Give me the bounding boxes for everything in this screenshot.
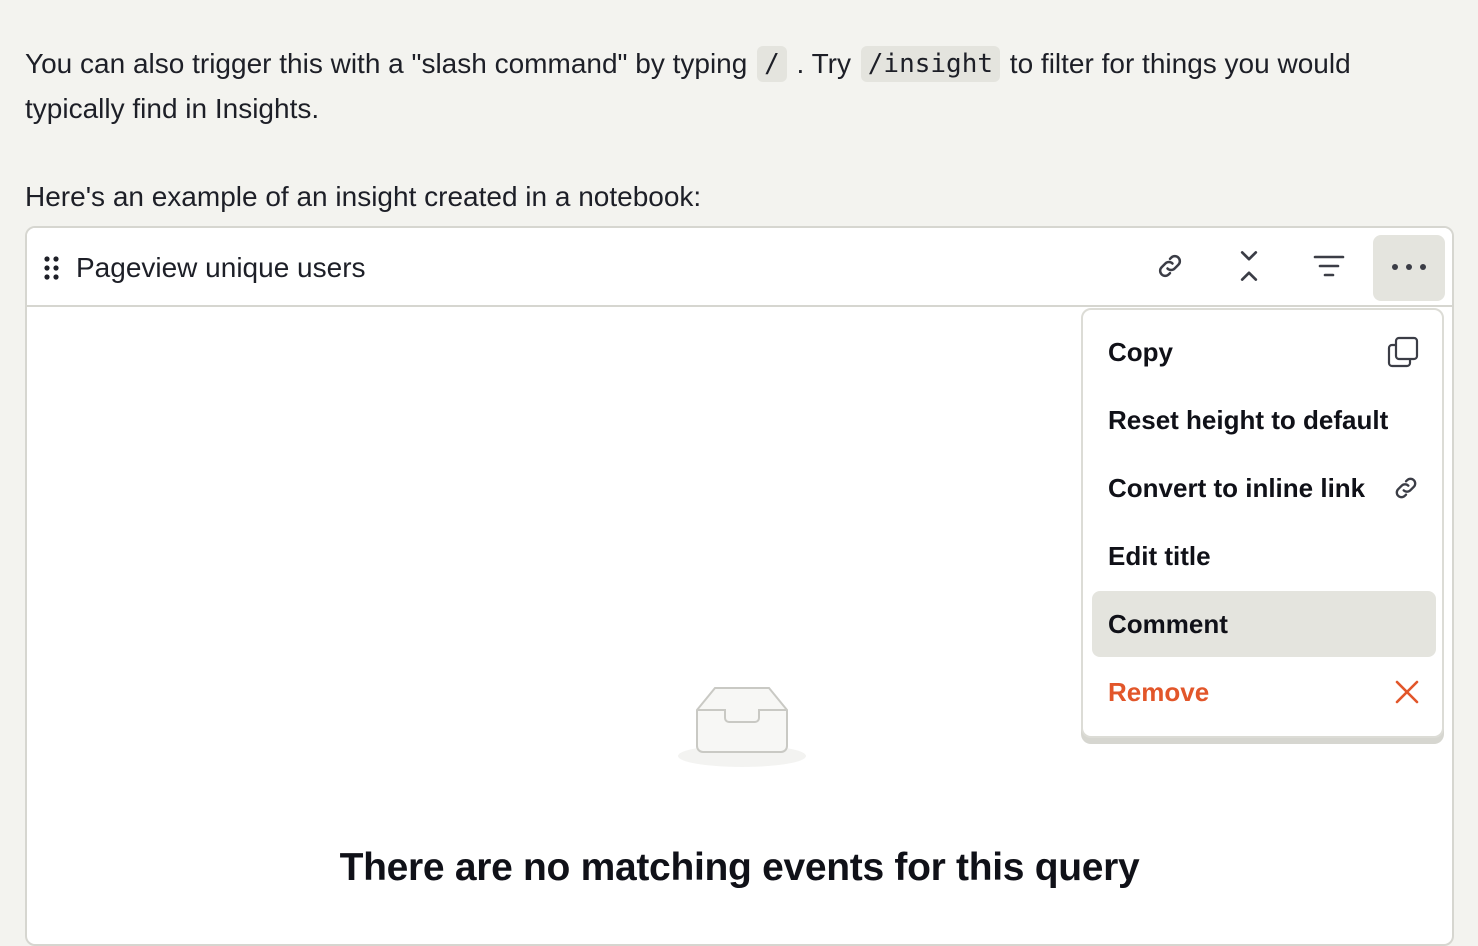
- menu-item-remove[interactable]: Remove: [1092, 659, 1436, 725]
- more-options-menu: Copy Reset height to default Convert to …: [1081, 308, 1444, 738]
- empty-inbox-icon: [675, 680, 809, 770]
- drag-handle-icon[interactable]: [43, 255, 61, 281]
- link-icon: [1155, 251, 1185, 286]
- collapse-icon: [1235, 249, 1263, 288]
- inline-code-slash: /: [757, 46, 787, 82]
- menu-item-comment[interactable]: Comment: [1092, 591, 1436, 657]
- menu-item-label: Remove: [1108, 676, 1210, 707]
- menu-item-label: Convert to inline link: [1108, 472, 1366, 503]
- close-icon: [1394, 679, 1420, 705]
- copy-link-button[interactable]: [1134, 235, 1206, 301]
- text-try: . Try: [796, 48, 851, 79]
- text-slash-intro: You can also trigger this with a "slash …: [25, 48, 748, 79]
- filter-icon: [1313, 253, 1345, 284]
- menu-item-convert-inline-link[interactable]: Convert to inline link: [1092, 455, 1436, 521]
- menu-item-reset-height[interactable]: Reset height to default: [1092, 387, 1436, 453]
- insight-card-title[interactable]: Pageview unique users: [76, 248, 366, 288]
- insight-card-header: Pageview unique users: [27, 228, 1452, 307]
- menu-item-copy[interactable]: Copy: [1092, 319, 1436, 385]
- text-filter: to filter for things you would: [1009, 48, 1351, 79]
- menu-item-label: Comment: [1108, 608, 1228, 639]
- more-options-button[interactable]: [1373, 235, 1445, 301]
- link-icon: [1392, 474, 1420, 502]
- paragraph-slash-command: You can also trigger this with a "slash …: [25, 41, 1351, 86]
- menu-item-label: Reset height to default: [1108, 404, 1389, 435]
- menu-item-edit-title[interactable]: Edit title: [1092, 523, 1436, 589]
- filter-button[interactable]: [1293, 235, 1365, 301]
- copy-icon: [1386, 335, 1420, 369]
- menu-item-label: Edit title: [1108, 540, 1211, 571]
- paragraph-example-intro: Here's an example of an insight created …: [25, 181, 702, 212]
- more-icon: [1391, 259, 1427, 277]
- collapse-button[interactable]: [1213, 235, 1285, 301]
- paragraph-continuation: typically find in Insights.: [25, 93, 320, 124]
- menu-item-label: Copy: [1108, 336, 1173, 367]
- inline-code-insight: /insight: [860, 46, 1001, 82]
- empty-state-title: There are no matching events for this qu…: [339, 846, 1140, 889]
